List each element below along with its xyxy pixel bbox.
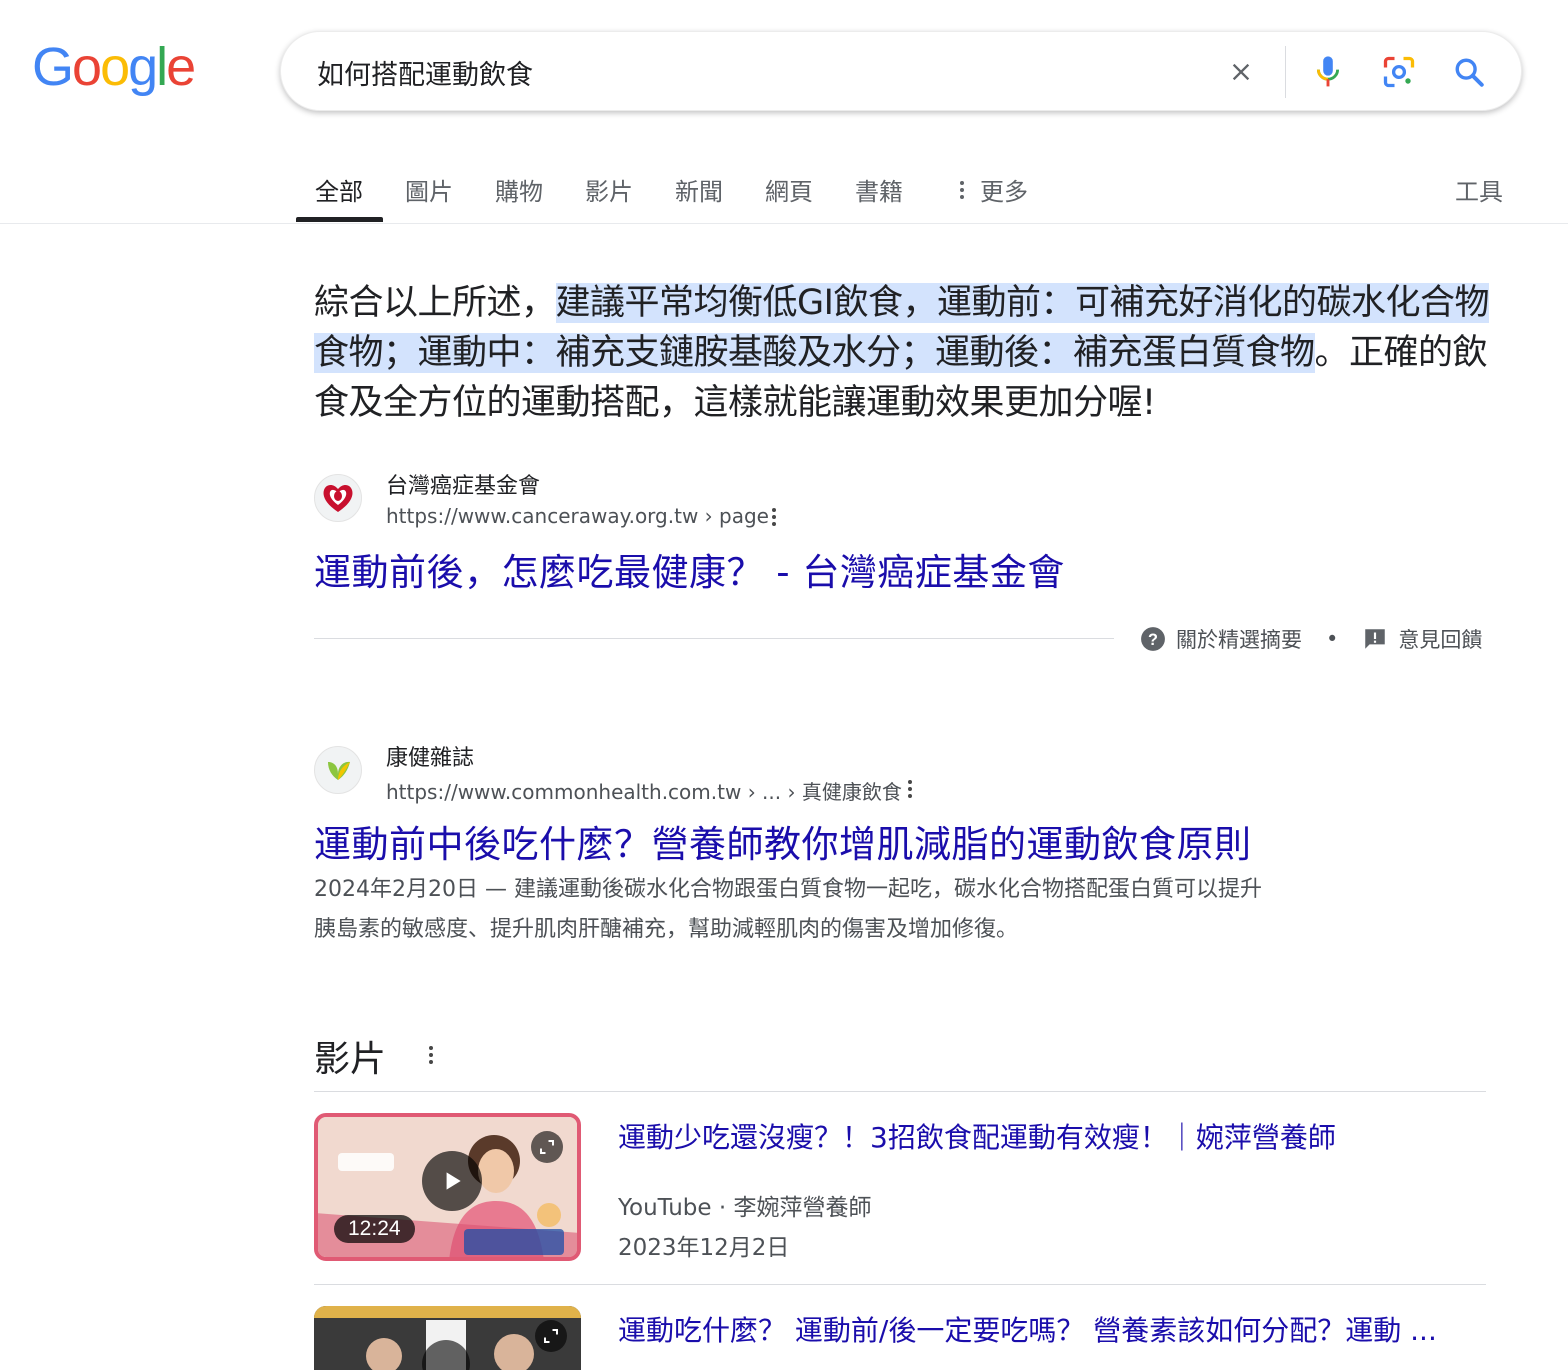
logo-letter: g — [128, 37, 158, 97]
search-icon[interactable] — [1449, 52, 1489, 92]
active-tab-indicator — [296, 217, 383, 222]
feedback-icon[interactable] — [1362, 626, 1388, 652]
play-icon[interactable] — [422, 1151, 482, 1211]
tab-images[interactable]: 圖片 — [405, 172, 453, 207]
divider — [314, 638, 1114, 639]
tab-shopping[interactable]: 購物 — [495, 172, 543, 207]
video-duration: 12:24 — [334, 1215, 415, 1243]
video-title[interactable]: 運動少吃還沒瘦？！3招飲食配運動有效瘦！｜婉萍營養師 — [618, 1116, 1336, 1156]
more-vert-icon[interactable] — [419, 1040, 443, 1070]
expand-icon[interactable] — [535, 1320, 567, 1352]
search-box — [280, 31, 1522, 111]
tab-videos[interactable]: 影片 — [585, 172, 633, 207]
result-snippet-line: 胰島素的敏感度、提升肌肉肝醣補充，幫助減輕肌肉的傷害及增加修復。 — [314, 917, 1019, 942]
featured-result-title[interactable]: 運動前後，怎麼吃最健康？ - 台灣癌症基金會 — [314, 542, 1065, 596]
tab-books[interactable]: 書籍 — [855, 172, 903, 207]
tab-news[interactable]: 新聞 — [675, 172, 723, 207]
logo-letter: l — [156, 37, 168, 97]
site-name: 台灣癌症基金會 — [386, 474, 541, 499]
featured-snippet-text: 綜合以上所述，建議平常均衡低GI飲食，運動前：可補充好消化的碳水化合物食物；運動… — [314, 278, 1494, 428]
google-logo[interactable]: Google — [32, 37, 196, 97]
more-vert-icon[interactable] — [898, 774, 922, 804]
help-icon[interactable]: ? — [1140, 626, 1166, 652]
more-vert-icon — [960, 180, 964, 199]
site-url[interactable]: https://www.canceraway.org.tw › page — [386, 504, 769, 528]
divider — [314, 1091, 1486, 1092]
feedback-link[interactable]: 意見回饋 — [1398, 624, 1482, 654]
video-title[interactable]: 運動吃什麼？ 運動前/後一定要吃嗎？ 營養素該如何分配？運動 ... — [618, 1309, 1437, 1349]
svg-text:?: ? — [1148, 631, 1158, 649]
lens-icon[interactable] — [1379, 52, 1419, 92]
result-snippet-line: 2024年2月20日 — 建議運動後碳水化合物跟蛋白質食物一起吃，碳水化合物搭配… — [314, 877, 1262, 902]
divider — [314, 1284, 1486, 1285]
logo-letter: o — [100, 37, 130, 97]
search-tabs: 全部 圖片 購物 影片 新聞 網頁 書籍 更多 工具 — [0, 160, 1568, 224]
site-name: 康健雜誌 — [386, 746, 475, 771]
logo-letter: o — [72, 37, 102, 97]
site-url[interactable]: https://www.commonhealth.com.tw › ... › … — [386, 776, 902, 805]
tab-more-label: 更多 — [980, 178, 1028, 206]
tab-web[interactable]: 網頁 — [765, 172, 813, 207]
about-featured-snippets-link[interactable]: 關於精選摘要 — [1176, 624, 1302, 654]
footer-separator: • — [1326, 627, 1339, 651]
logo-letter: e — [166, 37, 196, 97]
commonhealth-favicon — [314, 746, 362, 794]
result-snippet: 2024年2月20日 — 建議運動後碳水化合物跟蛋白質食物一起吃，碳水化合物搭配… — [314, 870, 1414, 950]
expand-icon[interactable] — [531, 1131, 563, 1163]
featured-snippet-source: 台灣癌症基金會 https://www.canceraway.org.tw › … — [314, 468, 1494, 598]
close-icon[interactable] — [1221, 52, 1261, 92]
snippet-footer: ? 關於精選摘要 • 意見回饋 — [1140, 624, 1482, 654]
search-divider — [1285, 46, 1286, 98]
search-input[interactable] — [317, 52, 1197, 92]
more-vert-icon[interactable] — [762, 502, 786, 532]
snippet-text-before: 綜合以上所述， — [314, 283, 556, 323]
canceraway-favicon — [314, 474, 362, 522]
video-thumbnail[interactable] — [314, 1306, 581, 1370]
video-thumbnail[interactable]: 12:24 — [314, 1113, 581, 1261]
video-date: 2023年12月2日 — [618, 1235, 790, 1261]
tab-all[interactable]: 全部 — [315, 172, 363, 207]
logo-letter: G — [32, 37, 74, 97]
tools-button[interactable]: 工具 — [1455, 172, 1503, 207]
microphone-icon[interactable] — [1308, 52, 1348, 92]
video-source: YouTube · 李婉萍營養師 — [618, 1195, 872, 1221]
tab-more[interactable]: 更多 — [950, 172, 1028, 207]
videos-heading: 影片 — [314, 1039, 387, 1080]
search-result: 康健雜誌 https://www.commonhealth.com.tw › .… — [314, 740, 1494, 960]
result-title[interactable]: 運動前中後吃什麼？營養師教你增肌減脂的運動飲食原則 — [314, 814, 1252, 868]
